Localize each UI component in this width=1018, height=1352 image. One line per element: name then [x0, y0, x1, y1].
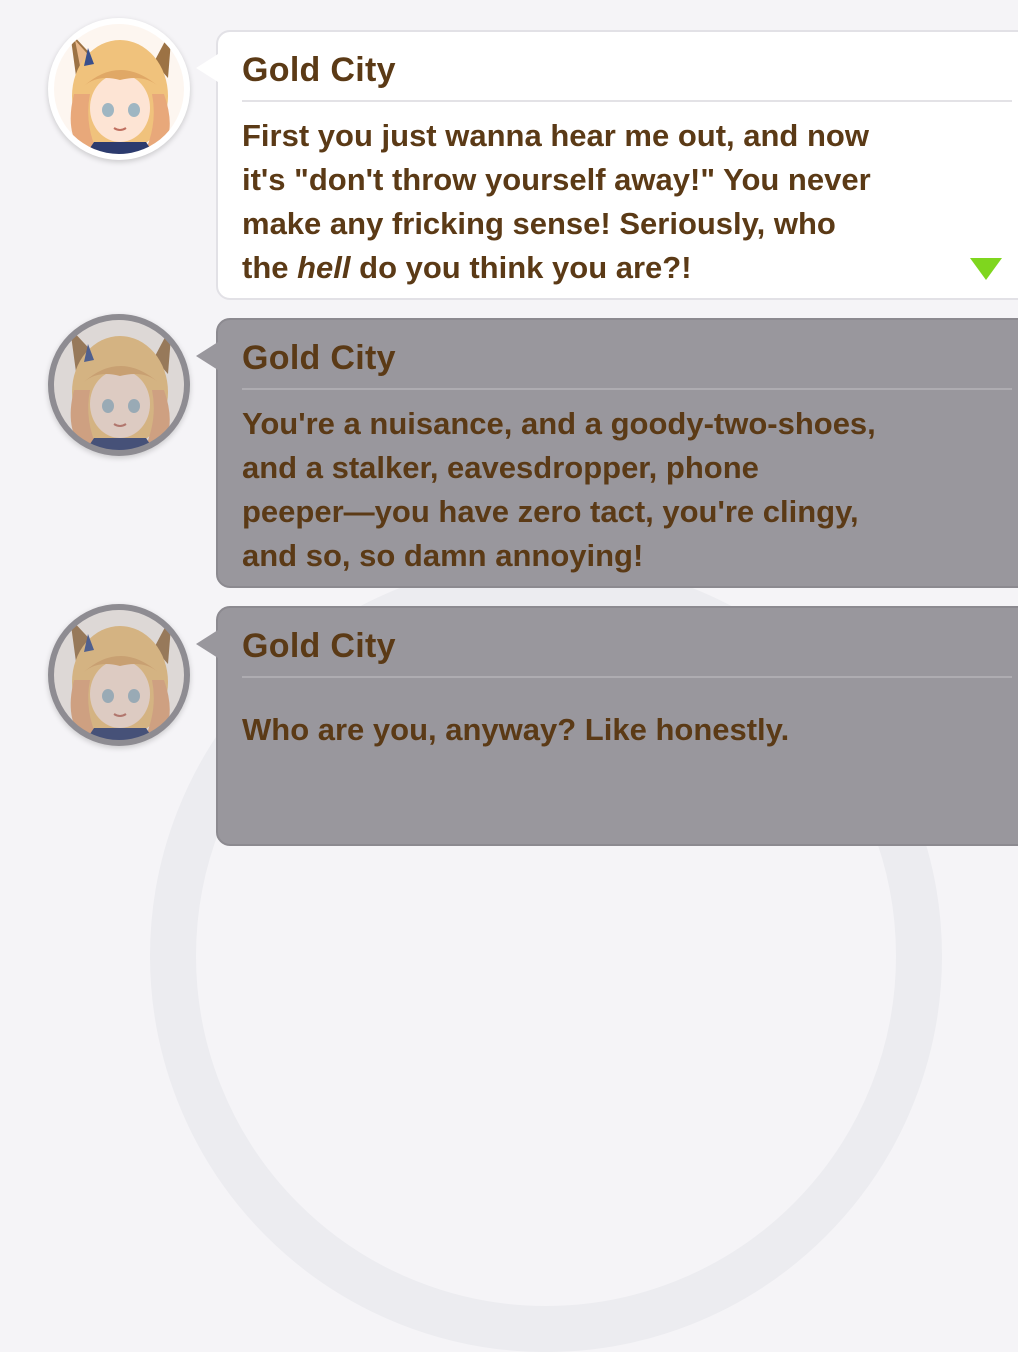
dialogue-line: the hell do you think you are?!	[242, 246, 1018, 290]
dialogue-entry-3[interactable]: Gold City Who are you, anyway? Like hone…	[0, 590, 1018, 846]
dialogue-line: and a stalker, eavesdropper, phone	[242, 450, 759, 485]
speaker-avatar	[48, 18, 190, 160]
dialogue-line: First you just wanna hear me out, and no…	[242, 118, 869, 153]
divider	[242, 388, 1012, 390]
dialogue-bubble[interactable]: Gold City You're a nuisance, and a goody…	[196, 318, 1018, 588]
speaker-avatar	[48, 314, 190, 456]
dialogue-line: You're a nuisance, and a goody-two-shoes…	[242, 406, 876, 441]
speaker-avatar	[48, 604, 190, 746]
line-text: the	[242, 250, 298, 285]
dialogue-line: Who are you, anyway? Like honestly.	[242, 712, 790, 747]
bubble-tail	[196, 630, 218, 658]
next-arrow-icon[interactable]	[970, 258, 1002, 280]
dialogue-line: make any fricking sense! Seriously, who	[242, 206, 836, 241]
dialogue-entry-2[interactable]: Gold City You're a nuisance, and a goody…	[0, 300, 1018, 590]
dialogue-bubble[interactable]: Gold City First you just wanna hear me o…	[196, 30, 1018, 300]
divider	[242, 100, 1012, 102]
dialogue-line: it's "don't throw yourself away!" You ne…	[242, 162, 871, 197]
dialogue-bubble[interactable]: Gold City Who are you, anyway? Like hone…	[196, 606, 1018, 846]
speaker-name: Gold City	[242, 339, 396, 377]
dialogue-line: peeper—you have zero tact, you're clingy…	[242, 494, 859, 529]
bubble-tail	[196, 342, 218, 370]
line-text: do you think you are?!	[350, 250, 692, 285]
speaker-name: Gold City	[242, 627, 396, 665]
bubble-tail	[196, 54, 218, 82]
divider	[242, 676, 1012, 678]
emphasis-text: hell	[297, 250, 351, 285]
dialogue-entry-1[interactable]: Gold City First you just wanna hear me o…	[0, 0, 1018, 300]
dialogue-line: and so, so damn annoying!	[242, 538, 644, 573]
speaker-name: Gold City	[242, 51, 396, 89]
